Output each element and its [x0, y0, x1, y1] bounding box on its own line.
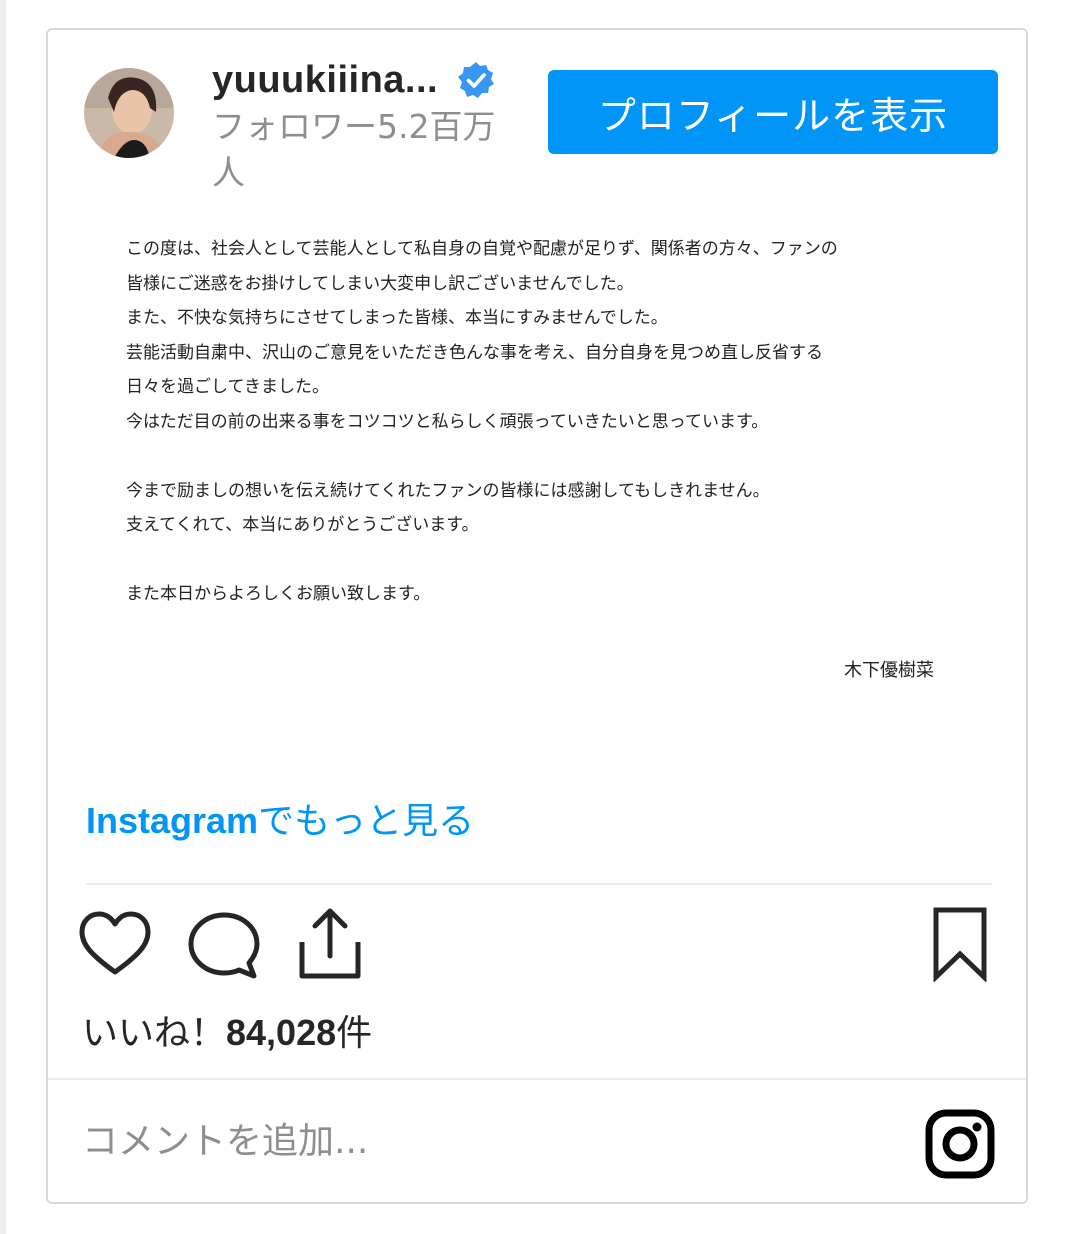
like-number: 84,028	[226, 1012, 337, 1053]
bookmark-icon[interactable]	[928, 906, 992, 982]
apology-letter: この度は、社会人として芸能人として私自身の自覚や配慮が足りず、関係者の方々、ファ…	[126, 232, 956, 612]
comment-icon[interactable]	[186, 910, 260, 982]
letter-signature: 木下優樹菜	[844, 660, 934, 681]
letter-line: 芸能活動自粛中、沢山のご意見をいただき色んな事を考え、自分自身を見つめ直し反省す…	[126, 342, 823, 363]
heart-icon[interactable]	[78, 910, 152, 978]
like-count: いいね！84,028件	[82, 1004, 372, 1056]
like-prefix: いいね！	[82, 1013, 227, 1054]
letter-line: この度は、社会人として芸能人として私自身の自覚や配慮が足りず、関係者の方々、ファ…	[126, 239, 838, 259]
page-edge	[0, 0, 6, 1234]
username-row: yuuukiiina...	[212, 50, 496, 110]
instagram-logo-icon[interactable]	[924, 1108, 996, 1180]
letter-line: 今まで励ましの想いを伝え続けてくれたファンの皆様には感謝してもしきれません。	[126, 480, 770, 501]
username[interactable]: yuuukiiina...	[212, 59, 438, 102]
letter-line: また、不快な気持ちにさせてしまった皆様、本当にすみませんでした。	[126, 308, 668, 328]
instagram-embed-card: yuuukiiina... フォロワー5.2百万人 プロフィールを表示 この度は…	[46, 28, 1028, 1204]
add-comment-input[interactable]	[82, 1114, 842, 1168]
view-profile-button[interactable]: プロフィールを表示	[548, 70, 998, 154]
share-icon[interactable]	[296, 906, 364, 982]
letter-line: 日々を過ごしてきました。	[126, 377, 329, 397]
verified-badge-icon	[458, 62, 495, 98]
instagram-brand-text: Instagram	[86, 800, 259, 841]
letter-line: 皆様にご迷惑をお掛けしてしまい大変申し訳ございませんでした。	[126, 273, 634, 294]
follower-count: フォロワー5.2百万人	[212, 107, 496, 192]
divider	[48, 1078, 1026, 1080]
letter-line: 支えてくれて、本当にありがとうございます。	[126, 515, 479, 535]
letter-line: 今はただ目の前の出来る事をコツコツと私らしく頑張っていきたいと思っています。	[126, 411, 769, 432]
avatar[interactable]	[84, 68, 174, 158]
view-more-text: でもっと見る	[258, 801, 475, 842]
letter-line: また本日からよろしくお願い致します。	[126, 584, 431, 604]
like-suffix: 件	[336, 1013, 373, 1054]
divider	[86, 883, 992, 885]
view-more-on-instagram-link[interactable]: Instagramでもっと見る	[86, 792, 474, 844]
